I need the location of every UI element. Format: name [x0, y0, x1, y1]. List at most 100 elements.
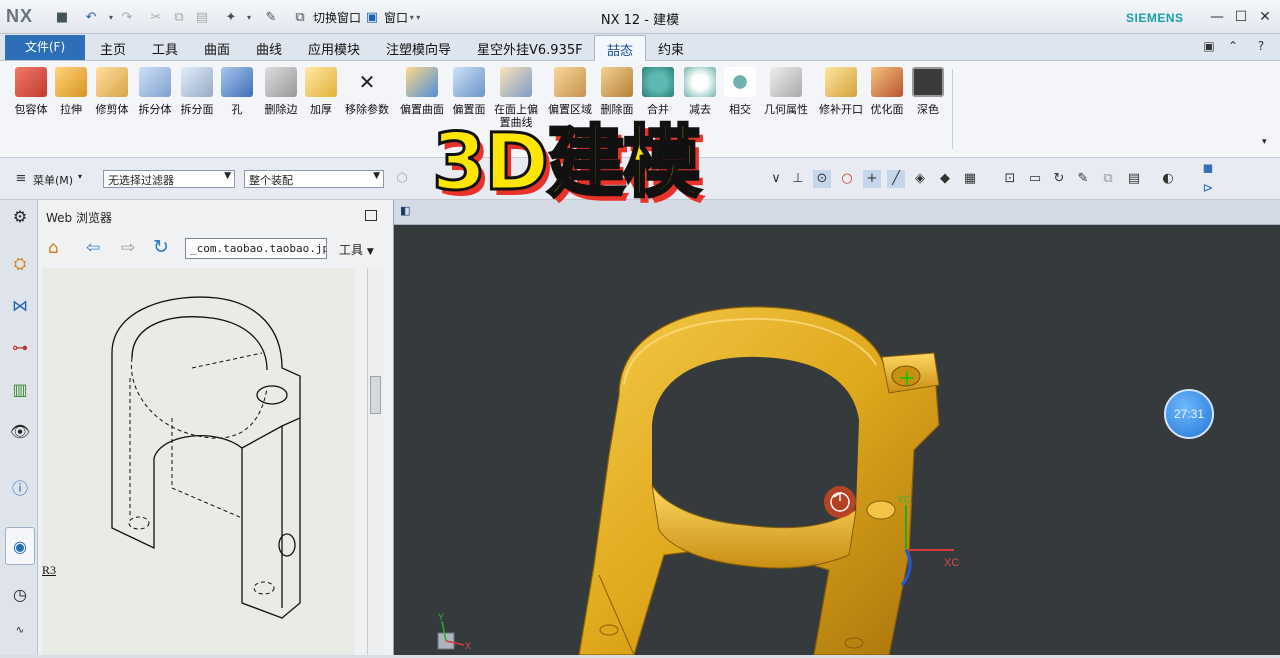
- ribbon-delete-edge[interactable]: 删除边: [262, 67, 300, 129]
- copy-icon[interactable]: ⧉: [170, 8, 188, 26]
- repeat-command-icon[interactable]: ✦: [222, 8, 240, 26]
- clamp-part[interactable]: [578, 306, 940, 655]
- history-icon[interactable]: ◷: [9, 584, 31, 606]
- view-cube-icon[interactable]: ◼: [1199, 160, 1217, 178]
- refresh-icon[interactable]: ↻: [153, 236, 169, 258]
- hd3d-tools-icon[interactable]: 👁: [9, 421, 31, 443]
- ribbon-label: 拆分面: [180, 103, 214, 116]
- graphics-window[interactable]: ◧ XC YC X Y: [394, 200, 1280, 655]
- switch-window-icon[interactable]: ⧉: [291, 8, 309, 26]
- snap-icon[interactable]: ⬡: [393, 170, 411, 188]
- scrollbar-thumb[interactable]: [370, 376, 381, 414]
- wcs-triad: XC YC: [897, 495, 959, 586]
- ribbon-patch-opening[interactable]: 修补开口: [817, 67, 865, 129]
- orient-view-icon[interactable]: ▤: [1125, 170, 1143, 188]
- ribbon-label: 拉伸: [60, 103, 82, 116]
- ribbon-geometry-props[interactable]: 几何属性: [762, 67, 810, 129]
- forward-icon[interactable]: ⇨: [121, 238, 135, 258]
- tab-application[interactable]: 应用模块: [308, 39, 360, 58]
- intersect-icon: [724, 67, 756, 97]
- home-icon[interactable]: ⌂: [48, 238, 59, 258]
- cut-icon[interactable]: ✂: [147, 8, 165, 26]
- ribbon-intersect[interactable]: 相交: [724, 67, 756, 129]
- more-resources-icon[interactable]: ∿: [9, 620, 31, 642]
- layer-icon[interactable]: ⧉: [1099, 170, 1117, 188]
- tab-tools[interactable]: 工具: [152, 39, 178, 58]
- window-dropdown-icon[interactable]: ▾ ▾: [406, 8, 424, 26]
- menu-icon[interactable]: ≡: [12, 170, 30, 188]
- snap-center-icon[interactable]: ⊙: [813, 170, 831, 188]
- assembly-navigator-icon[interactable]: ⛭: [9, 253, 31, 275]
- menu-dropdown-icon[interactable]: ▾: [78, 172, 82, 181]
- snap-endpoint-icon[interactable]: ∨: [767, 170, 785, 188]
- ribbon-remove-params[interactable]: ✕ 移除参数: [343, 67, 391, 129]
- touch-mode-icon[interactable]: ✎: [262, 8, 280, 26]
- ribbon-options-icon[interactable]: ▣: [1199, 37, 1219, 55]
- video-caption: 3D建模: [430, 117, 702, 210]
- ribbon-label: 修补开口: [819, 103, 863, 116]
- ribbon-thicken[interactable]: 加厚: [305, 67, 337, 129]
- url-input[interactable]: _com.taobao.taobao.jpg: [185, 238, 327, 259]
- snap-perpendicular-icon[interactable]: ⊥: [789, 170, 807, 188]
- drawing-label: R3: [42, 563, 57, 577]
- help-icon[interactable]: ?: [1251, 37, 1271, 55]
- browser-scrollbar[interactable]: [367, 268, 383, 655]
- tab-home[interactable]: 主页: [100, 39, 126, 58]
- menu-button[interactable]: 菜单(M): [33, 172, 73, 188]
- info-icon[interactable]: ⓘ: [9, 478, 31, 500]
- redo-icon[interactable]: ↷: [118, 8, 136, 26]
- ribbon-extrude[interactable]: 拉伸: [54, 67, 88, 129]
- zoom-icon[interactable]: ▭: [1026, 170, 1044, 188]
- tab-plugin[interactable]: 星空外挂V6.935F: [477, 39, 583, 58]
- window-menu-button[interactable]: 窗口: [384, 9, 408, 26]
- maximize-panel-icon[interactable]: [365, 210, 377, 221]
- snap-on-face-icon[interactable]: ◈: [911, 170, 929, 188]
- switch-window-button[interactable]: 切换窗口: [313, 9, 361, 26]
- ribbon-more-icon[interactable]: ▾: [1262, 137, 1267, 147]
- undo-icon[interactable]: ↶: [82, 8, 100, 26]
- snap-point-icon[interactable]: +: [863, 170, 881, 188]
- back-icon[interactable]: ⇦: [86, 238, 100, 258]
- view-triad-icon[interactable]: ⊳: [1199, 180, 1217, 198]
- pan-icon[interactable]: ✎: [1074, 170, 1092, 188]
- ribbon-label: 优化面: [870, 103, 904, 116]
- ribbon-split-face[interactable]: 拆分面: [178, 67, 216, 129]
- snap-grid-icon[interactable]: ▦: [961, 170, 979, 188]
- browser-tools-menu[interactable]: 工具 ▼: [339, 241, 374, 258]
- repeat-dropdown-icon[interactable]: ▾: [240, 8, 258, 26]
- rotate-icon[interactable]: ↻: [1050, 170, 1068, 188]
- tab-active[interactable]: 喆态: [594, 35, 647, 61]
- web-browser-tab-icon[interactable]: ◉: [5, 527, 35, 565]
- minimize-button[interactable]: —: [1207, 8, 1227, 26]
- floating-timer-badge[interactable]: 27:31: [1164, 389, 1214, 439]
- ribbon-hole[interactable]: 孔: [221, 67, 253, 129]
- reuse-library-icon[interactable]: ▥: [9, 379, 31, 401]
- part-navigator-icon[interactable]: ⊶: [9, 337, 31, 359]
- file-menu-tab[interactable]: 文件(F): [5, 35, 85, 60]
- tab-constraint[interactable]: 约束: [658, 39, 684, 58]
- tab-surface[interactable]: 曲面: [204, 39, 230, 58]
- close-button[interactable]: ✕: [1255, 8, 1275, 26]
- maximize-button[interactable]: ☐: [1231, 8, 1251, 26]
- render-style-icon[interactable]: ◐: [1159, 170, 1177, 188]
- snap-bounded-icon[interactable]: ◆: [936, 170, 954, 188]
- snap-on-curve-icon[interactable]: ╱: [887, 170, 905, 188]
- save-icon[interactable]: ■: [53, 8, 71, 26]
- snap-quadrant-icon[interactable]: ○: [838, 170, 856, 188]
- selection-filter-select[interactable]: 无选择过滤器 ▼: [103, 170, 235, 188]
- tab-mold-wizard[interactable]: 注塑模向导: [386, 39, 451, 58]
- paste-icon[interactable]: ▤: [193, 8, 211, 26]
- settings-icon[interactable]: ⚙: [9, 206, 31, 228]
- ribbon-bounding-body[interactable]: 包容体: [12, 67, 50, 129]
- window-icon[interactable]: ▣: [363, 8, 381, 26]
- ribbon-trim-body[interactable]: 修剪体: [93, 67, 131, 129]
- fit-view-icon[interactable]: ⊡: [1001, 170, 1019, 188]
- model-tab-icon[interactable]: ◧: [400, 204, 410, 217]
- selection-scope-select[interactable]: 整个装配 ▼: [244, 170, 384, 188]
- ribbon-dark-theme[interactable]: 深色: [912, 67, 944, 129]
- ribbon-optimize-face[interactable]: 优化面: [868, 67, 906, 129]
- collapse-ribbon-icon[interactable]: ⌃: [1223, 37, 1243, 55]
- ribbon-split-body[interactable]: 拆分体: [136, 67, 174, 129]
- tab-curve[interactable]: 曲线: [256, 39, 282, 58]
- constraint-navigator-icon[interactable]: ⋈: [9, 295, 31, 317]
